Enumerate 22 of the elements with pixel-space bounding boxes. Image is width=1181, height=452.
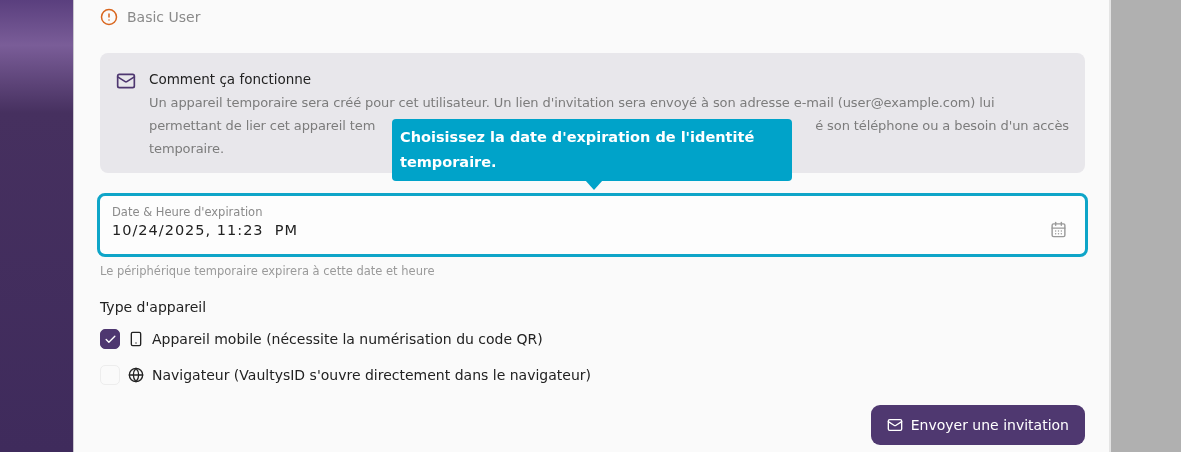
user-role: Basic User [127, 9, 201, 25]
section-title: Type d'appareil [100, 299, 208, 315]
globe-icon [128, 367, 144, 383]
info-text: permettant de lier cet appareil tem [149, 117, 376, 135]
checkbox[interactable] [100, 329, 120, 349]
phone-icon [128, 331, 144, 347]
mail-icon [886, 417, 903, 433]
tooltip-arrow [585, 180, 603, 190]
field-value: 10/24/2025, 11:23 PM [112, 222, 300, 238]
date-time-field[interactable]: Date & Heure d'expiration 10/24/2025, 11:23 PM [97, 193, 1088, 257]
option-label[interactable]: Navigateur (VaultysID s'ouvre directement dans le navigateur) [152, 367, 591, 383]
send-invitation-button[interactable]: Envoyer une invitation [870, 405, 1085, 445]
calendar-icon[interactable] [1050, 221, 1067, 238]
info-text: é son téléphone ou a besoin d'un accès [815, 117, 1069, 135]
info-text: temporaire. [149, 140, 224, 158]
info-title: Comment ça fonctionne [149, 70, 313, 89]
mail-icon [116, 71, 136, 91]
info-text: Un appareil temporaire sera créé pour cet utilisateur. Un lien d'invitation sera envoyé à son adresse e-mail (user@example.com) lui [149, 94, 995, 112]
alert-icon [100, 8, 118, 26]
helper-text: Le périphérique temporaire expirera à cette date et heure [100, 264, 436, 278]
field-label: Date & Heure d'expiration [112, 205, 264, 219]
option-label[interactable]: Appareil mobile (nécessite la numérisation du code QR) [152, 331, 543, 347]
